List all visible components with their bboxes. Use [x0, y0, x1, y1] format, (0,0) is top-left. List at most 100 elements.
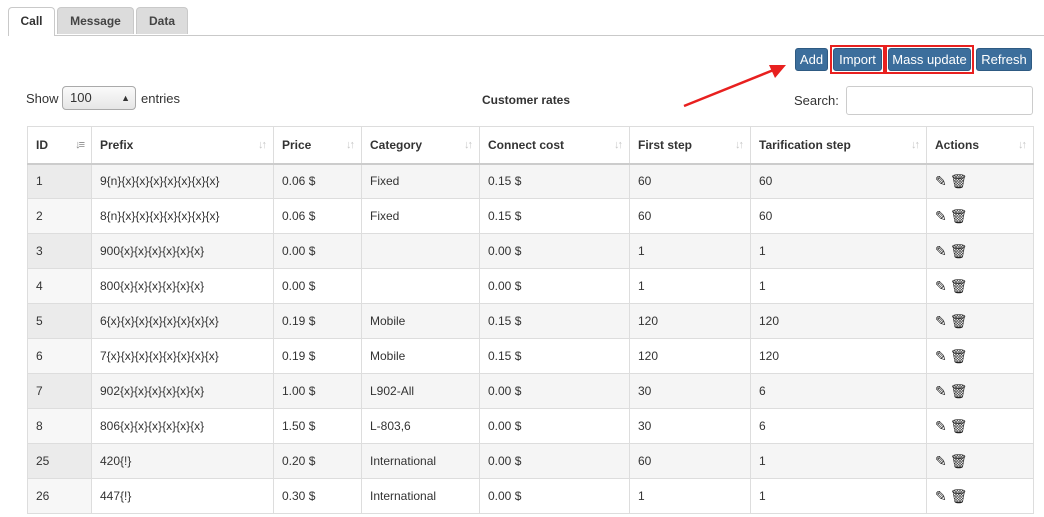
table-row: 7 902{x}{x}{x}{x}{x}{x} 1.00 $ L902-All 0.00…: [27, 373, 1034, 409]
table-row: 5 6{x}{x}{x}{x}{x}{x}{x}{x} 0.19 $ Mobile 0.…: [27, 303, 1034, 339]
table-row: 2 8{n}{x}{x}{x}{x}{x}{x}{x} 0.06 $ Fixed 0.1…: [27, 198, 1034, 234]
mass-update-button[interactable]: Mass update: [888, 48, 971, 71]
edit-icon[interactable]: ✎: [935, 488, 947, 504]
edit-icon[interactable]: ✎: [935, 453, 947, 469]
cell-connect-cost: 0.00 $: [479, 268, 630, 304]
edit-icon[interactable]: ✎: [935, 313, 947, 329]
entries-select[interactable]: 100 ▲: [62, 86, 136, 110]
edit-icon[interactable]: ✎: [935, 418, 947, 434]
tab-message[interactable]: Message: [57, 7, 134, 34]
cell-prefix: 900{x}{x}{x}{x}{x}{x}: [91, 233, 274, 269]
cell-connect-cost: 0.00 $: [479, 443, 630, 479]
trash-icon[interactable]: 🗑: [950, 418, 968, 434]
cell-connect-cost: 0.15 $: [479, 198, 630, 234]
tab-data[interactable]: Data: [136, 7, 188, 34]
column-header-category[interactable]: Category ↓↑: [361, 126, 480, 165]
table-header-row: ID ↓≡ Prefix ↓↑ Price ↓↑ Category ↓↑ Connect…: [27, 126, 1034, 165]
edit-icon[interactable]: ✎: [935, 208, 947, 224]
cell-actions: ✎ 🗑: [926, 338, 1034, 374]
tab-call[interactable]: Call: [8, 7, 55, 36]
entries-label: entries: [141, 91, 181, 106]
edit-icon[interactable]: ✎: [935, 383, 947, 399]
trash-icon[interactable]: 🗑: [950, 488, 968, 504]
cell-connect-cost: 0.00 $: [479, 373, 630, 409]
cell-id: 26: [27, 478, 92, 514]
add-button[interactable]: Add: [795, 48, 828, 71]
edit-icon[interactable]: ✎: [935, 243, 947, 259]
cell-actions: ✎ 🗑: [926, 408, 1034, 444]
search-label: Search:: [794, 93, 839, 108]
trash-icon[interactable]: 🗑: [950, 208, 968, 224]
cell-actions: ✎ 🗑: [926, 163, 1034, 199]
cell-actions: ✎ 🗑: [926, 233, 1034, 269]
cell-tariff-step: 6: [750, 408, 927, 444]
cell-category: International: [361, 443, 480, 479]
cell-connect-cost: 0.15 $: [479, 338, 630, 374]
edit-icon[interactable]: ✎: [935, 173, 947, 189]
cell-price: 0.06 $: [273, 163, 362, 199]
trash-icon[interactable]: 🗑: [950, 278, 968, 294]
cell-prefix: 420{!}: [91, 443, 274, 479]
column-header-label: Prefix: [100, 137, 134, 152]
entries-select-value: 100: [70, 90, 92, 105]
cell-prefix: 806{x}{x}{x}{x}{x}{x}: [91, 408, 274, 444]
cell-first-step: 60: [629, 443, 751, 479]
column-header-id[interactable]: ID ↓≡: [27, 126, 92, 165]
cell-category: International: [361, 478, 480, 514]
column-header-label: Category: [370, 137, 423, 152]
cell-price: 0.00 $: [273, 233, 362, 269]
cell-id: 7: [27, 373, 92, 409]
table-title: Customer rates: [482, 93, 571, 107]
cell-actions: ✎ 🗑: [926, 478, 1034, 514]
table-row: 4 800{x}{x}{x}{x}{x}{x} 0.00 $0.00 $1 1 ✎ 🗑: [27, 268, 1034, 304]
trash-icon[interactable]: 🗑: [950, 383, 968, 399]
edit-icon[interactable]: ✎: [935, 348, 947, 364]
cell-price: 0.30 $: [273, 478, 362, 514]
column-header-label: Price: [282, 137, 312, 152]
sort-icon: ↓↑: [258, 139, 267, 151]
cell-tariff-step: 1: [750, 233, 927, 269]
cell-id: 5: [27, 303, 92, 339]
cell-connect-cost: 0.15 $: [479, 163, 630, 199]
show-label: Show: [26, 91, 59, 106]
import-button[interactable]: Import: [833, 48, 882, 71]
cell-actions: ✎ 🗑: [926, 373, 1034, 409]
cell-prefix: 7{x}{x}{x}{x}{x}{x}{x}{x}: [91, 338, 274, 374]
column-header-connect-cost[interactable]: Connect cost ↓↑: [479, 126, 630, 165]
trash-icon[interactable]: 🗑: [950, 173, 968, 189]
column-header-label: Actions: [935, 137, 980, 152]
trash-icon[interactable]: 🗑: [950, 243, 968, 259]
cell-actions: ✎ 🗑: [926, 303, 1034, 339]
column-header-actions[interactable]: Actions ↓↑: [926, 126, 1034, 165]
cell-prefix: 447{!}: [91, 478, 274, 514]
cell-tariff-step: 1: [750, 443, 927, 479]
edit-icon[interactable]: ✎: [935, 278, 947, 294]
sort-icon: ↓↑: [735, 139, 744, 151]
table-row: 8 806{x}{x}{x}{x}{x}{x} 1.50 $ L-803,6 0.00 …: [27, 408, 1034, 444]
cell-tariff-step: 1: [750, 268, 927, 304]
cell-tariff-step: 120: [750, 338, 927, 374]
cell-first-step: 1: [629, 268, 751, 304]
cell-category: [361, 268, 480, 304]
column-header-prefix[interactable]: Prefix ↓↑: [91, 126, 274, 165]
column-header-price[interactable]: Price ↓↑: [273, 126, 362, 165]
cell-actions: ✎ 🗑: [926, 268, 1034, 304]
refresh-button[interactable]: Refresh: [976, 48, 1032, 71]
search-input[interactable]: [846, 86, 1033, 115]
cell-category: L-803,6: [361, 408, 480, 444]
table-row: 26 447{!} 0.30 $ International 0.00 $1 1 ✎ 🗑: [27, 478, 1034, 514]
sort-icon: ↓↑: [911, 139, 920, 151]
cell-connect-cost: 0.00 $: [479, 478, 630, 514]
column-header-tarification-step[interactable]: Tarification step ↓↑: [750, 126, 927, 165]
cell-id: 2: [27, 198, 92, 234]
trash-icon[interactable]: 🗑: [950, 348, 968, 364]
cell-prefix: 6{x}{x}{x}{x}{x}{x}{x}{x}: [91, 303, 274, 339]
table-row: 3 900{x}{x}{x}{x}{x}{x} 0.00 $0.00 $1 1 ✎ 🗑: [27, 233, 1034, 269]
sort-icon: ↓↑: [614, 139, 623, 151]
column-header-first-step[interactable]: First step ↓↑: [629, 126, 751, 165]
trash-icon[interactable]: 🗑: [950, 453, 968, 469]
cell-first-step: 120: [629, 303, 751, 339]
cell-price: 0.20 $: [273, 443, 362, 479]
cell-first-step: 1: [629, 233, 751, 269]
trash-icon[interactable]: 🗑: [950, 313, 968, 329]
